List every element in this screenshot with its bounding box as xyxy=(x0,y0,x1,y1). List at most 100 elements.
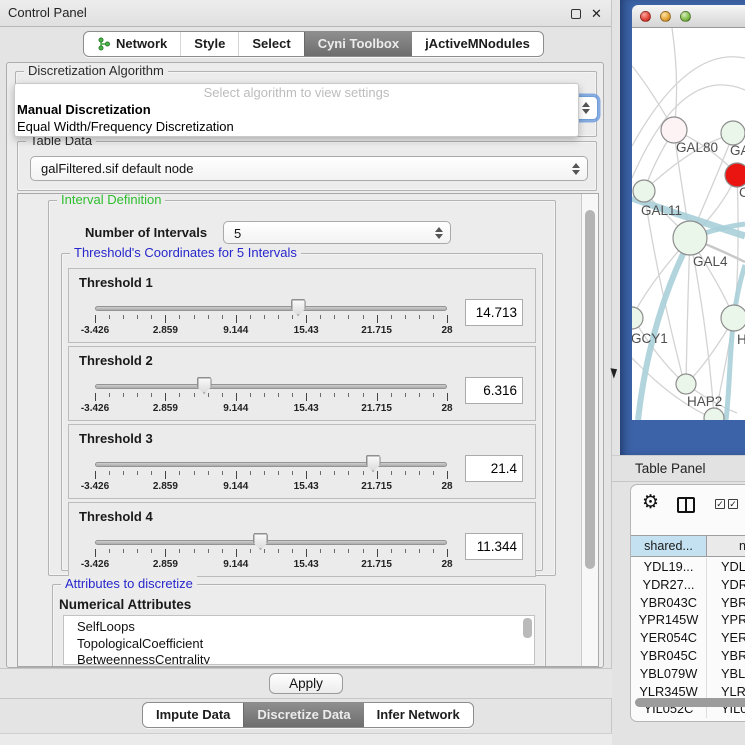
group-title: Attributes to discretize xyxy=(61,576,197,591)
attributes-to-discretize-group: Attributes to discretize Numerical Attri… xyxy=(52,584,546,667)
svg-text:GCY1: GCY1 xyxy=(632,331,668,346)
tab-discretize-data[interactable]: Discretize Data xyxy=(243,703,363,727)
svg-text:GAL4: GAL4 xyxy=(693,254,728,269)
checkbox-icon[interactable]: ✓ xyxy=(715,499,725,509)
tab-style[interactable]: Style xyxy=(180,32,238,56)
column-header-name[interactable]: n xyxy=(707,536,745,556)
table-panel-title: Table Panel xyxy=(635,456,706,482)
tab-infer-network[interactable]: Infer Network xyxy=(364,703,473,727)
number-of-intervals-combobox[interactable]: 5 xyxy=(223,221,451,244)
slider-track[interactable] xyxy=(95,540,447,545)
tab-label: Discretize Data xyxy=(257,703,350,727)
threshold-3-value-field[interactable]: 21.4 xyxy=(465,455,523,482)
slider-tick-labels: -3.4262.8599.14415.4321.71528 xyxy=(95,481,447,493)
split-view-icon[interactable] xyxy=(677,497,695,513)
list-item[interactable]: SelfLoops xyxy=(64,616,534,636)
combo-stepper-icon xyxy=(435,227,443,239)
group-title: Threshold's Coordinates for 5 Intervals xyxy=(70,245,301,260)
threshold-1-value-field[interactable]: 14.713 xyxy=(465,299,523,326)
slider-thumb[interactable] xyxy=(366,455,381,472)
numerical-attributes-label: Numerical Attributes xyxy=(59,597,191,612)
slider-track[interactable] xyxy=(95,462,447,467)
group-title: Interval Definition xyxy=(57,193,165,207)
close-icon[interactable]: ✕ xyxy=(590,7,603,20)
dropdown-item-manual-discretization[interactable]: Manual Discretization xyxy=(15,101,578,118)
gear-icon[interactable]: ⚙ xyxy=(642,491,659,513)
checkbox-icon[interactable]: ✓ xyxy=(728,499,738,509)
threshold-4-value-field[interactable]: 11.344 xyxy=(465,533,523,560)
table-row[interactable]: YDR27...YDR27 xyxy=(631,576,745,594)
tab-label: Cyni Toolbox xyxy=(318,32,399,56)
combo-value: galFiltered.sif default node xyxy=(41,157,193,180)
network-window-titlebar[interactable] xyxy=(632,5,745,28)
minimize-traffic-light-icon[interactable] xyxy=(660,11,671,22)
slider-tick-labels: -3.4262.8599.14415.4321.71528 xyxy=(95,559,447,571)
threshold-2-value-field[interactable]: 6.316 xyxy=(465,377,523,404)
slider-thumb[interactable] xyxy=(253,533,268,550)
threshold-1-box: Threshold 1 -3.4262.8599.14415.4321.7152… xyxy=(68,268,536,343)
scrollbar-thumb[interactable] xyxy=(585,210,595,569)
table-row[interactable]: YBL079WYBL07 xyxy=(631,665,745,683)
tab-label: Select xyxy=(252,32,290,56)
threshold-label: Threshold 2 xyxy=(79,353,153,368)
threshold-4-box: Threshold 4 -3.4262.8599.14415.4321.7152… xyxy=(68,502,536,577)
column-header-shared-name[interactable]: shared... xyxy=(631,536,707,556)
list-item[interactable]: BetweennessCentrality xyxy=(64,652,534,665)
table-toolbar: ⚙ ✓ ✓ xyxy=(631,485,745,535)
table-row[interactable]: YBR045CYBR04 xyxy=(631,647,745,665)
svg-text:GAL80: GAL80 xyxy=(676,140,718,155)
table-horizontal-scrollbar[interactable] xyxy=(635,698,745,707)
number-of-intervals-label: Number of Intervals xyxy=(85,225,207,240)
table-data-group: Table Data galFiltered.sif default node xyxy=(17,141,597,191)
tab-impute-data[interactable]: Impute Data xyxy=(143,703,243,727)
control-panel-titlebar: Control Panel ✕ xyxy=(0,0,611,27)
combo-stepper-icon xyxy=(572,163,580,175)
tab-cyni-toolbox[interactable]: Cyni Toolbox xyxy=(304,32,412,56)
slider-ticks xyxy=(95,549,447,558)
control-panel-tabs: Network Style Select Cyni Toolbox jActiv… xyxy=(83,31,544,57)
table-data-combobox[interactable]: galFiltered.sif default node xyxy=(30,156,588,181)
tab-jactivemnodules[interactable]: jActiveMNodules xyxy=(412,32,543,56)
network-canvas[interactable]: GAL80GACGAL11GAL4GCY1HHAP2 xyxy=(632,28,745,420)
dropdown-item-equal-width-frequency[interactable]: Equal Width/Frequency Discretization xyxy=(15,118,578,135)
threshold-2-slider[interactable]: -3.4262.8599.14415.4321.71528 xyxy=(95,377,447,419)
network-icon xyxy=(97,37,111,51)
cyni-mode-tabs: Impute Data Discretize Data Infer Networ… xyxy=(142,702,474,728)
panel-title: Control Panel xyxy=(8,0,87,26)
table-row[interactable]: YBR043CYBR04 xyxy=(631,594,745,612)
threshold-3-slider[interactable]: -3.4262.8599.14415.4321.71528 xyxy=(95,455,447,497)
slider-thumb[interactable] xyxy=(197,377,212,394)
table-header-row: shared... n xyxy=(631,535,745,557)
table-row[interactable]: YDL19...YDL19 xyxy=(631,558,745,576)
threshold-2-box: Threshold 2 -3.4262.8599.14415.4321.7152… xyxy=(68,346,536,421)
threshold-label: Threshold 1 xyxy=(79,275,153,290)
table-row[interactable]: YPR145WYPR14 xyxy=(631,611,745,629)
tab-label: Infer Network xyxy=(377,703,460,727)
slider-track[interactable] xyxy=(95,384,447,389)
zoom-traffic-light-icon[interactable] xyxy=(680,11,691,22)
settings-scrollbar[interactable] xyxy=(581,194,598,666)
threshold-4-slider[interactable]: -3.4262.8599.14415.4321.71528 xyxy=(95,533,447,575)
network-view-window[interactable]: GAL80GACGAL11GAL4GCY1HHAP2 xyxy=(620,0,745,455)
combo-value: 5 xyxy=(234,222,241,245)
list-item[interactable]: TopologicalCoefficient xyxy=(64,636,534,653)
slider-ticks xyxy=(95,393,447,402)
tab-label: jActiveMNodules xyxy=(425,32,530,56)
algorithm-dropdown-popup: Select algorithm to view settings Manual… xyxy=(14,83,579,137)
threshold-1-slider[interactable]: -3.4262.8599.14415.4321.71528 xyxy=(95,299,447,341)
slider-track[interactable] xyxy=(95,306,447,311)
table-panel-titlebar: Table Panel xyxy=(612,455,745,482)
apply-button[interactable]: Apply xyxy=(269,673,343,694)
dropdown-hint: Select algorithm to view settings xyxy=(15,84,578,101)
tab-network[interactable]: Network xyxy=(84,32,180,56)
table-row[interactable]: YER054CYER05 xyxy=(631,629,745,647)
slider-thumb[interactable] xyxy=(291,299,306,316)
slider-ticks xyxy=(95,471,447,480)
list-scrollbar[interactable] xyxy=(523,618,532,638)
close-traffic-light-icon[interactable] xyxy=(640,11,651,22)
numerical-attributes-list[interactable]: SelfLoops TopologicalCoefficient Between… xyxy=(63,615,535,665)
float-window-icon[interactable] xyxy=(571,9,581,19)
tab-select[interactable]: Select xyxy=(238,32,303,56)
threshold-label: Threshold 3 xyxy=(79,431,153,446)
cyni-toolbox-content: Discretization Algorithm Select algorith… xyxy=(6,62,604,668)
